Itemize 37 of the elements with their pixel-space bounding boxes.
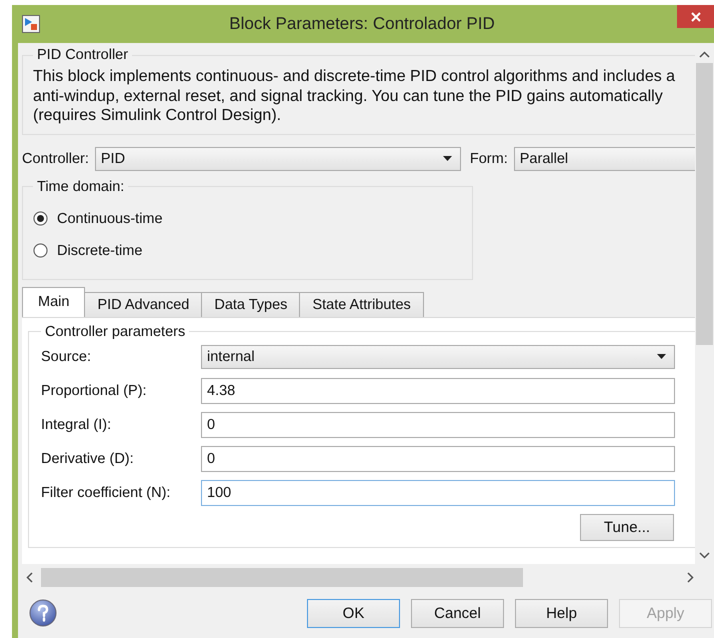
window-title: Block Parameters: Controlador PID: [228, 14, 496, 34]
field-label: Integral (I):: [41, 416, 112, 432]
close-button[interactable]: [677, 5, 714, 28]
field-label: Source:: [41, 348, 92, 364]
tab[interactable]: Data Types: [201, 292, 300, 316]
radio-button[interactable]: [33, 211, 48, 226]
radio-option[interactable]: Discrete-time: [33, 234, 462, 266]
source-dropdown[interactable]: internal: [201, 344, 675, 368]
field-label: Derivative (D):: [41, 450, 135, 466]
form-label: Form:: [470, 150, 508, 166]
help-icon[interactable]: [29, 599, 57, 627]
dialog-button[interactable]: Help: [515, 598, 608, 628]
controller-dropdown[interactable]: PID: [94, 146, 461, 170]
input-field[interactable]: 100: [201, 480, 675, 506]
description-text: This block implements continuous- and discrete-time PID control algorithms and includes a anti-windup, external reset, and signal tracking. You can tune the PID gains automatically (requires Simulink Control Design).: [33, 67, 676, 126]
dialog-button[interactable]: OK: [307, 598, 400, 628]
input-field[interactable]: 4.38: [201, 378, 675, 404]
radio-button[interactable]: [33, 243, 48, 258]
tab[interactable]: PID Advanced: [84, 292, 202, 316]
input-field[interactable]: 0: [201, 412, 675, 438]
dialog-button[interactable]: Cancel: [411, 598, 504, 628]
form-dropdown[interactable]: Parallel: [514, 146, 695, 170]
group-title: PID Controller: [36, 47, 130, 63]
field-label: Proportional (P):: [41, 382, 148, 398]
controller-label: Controller:: [22, 150, 89, 166]
group-title: Time domain:: [36, 178, 126, 194]
input-field[interactable]: 0: [201, 446, 675, 472]
caret-icon: [442, 156, 452, 161]
field-label: Filter coefficient (N):: [41, 484, 172, 500]
tab[interactable]: Main: [22, 286, 86, 316]
group-title: Controller parameters: [44, 324, 186, 340]
block-icon: [22, 15, 40, 33]
tune-button[interactable]: Tune...: [580, 514, 674, 540]
close-icon: [690, 10, 702, 22]
caret-icon: [657, 354, 666, 359]
radio-option[interactable]: Continuous-time: [33, 202, 462, 234]
tab[interactable]: State Attributes: [299, 292, 424, 316]
